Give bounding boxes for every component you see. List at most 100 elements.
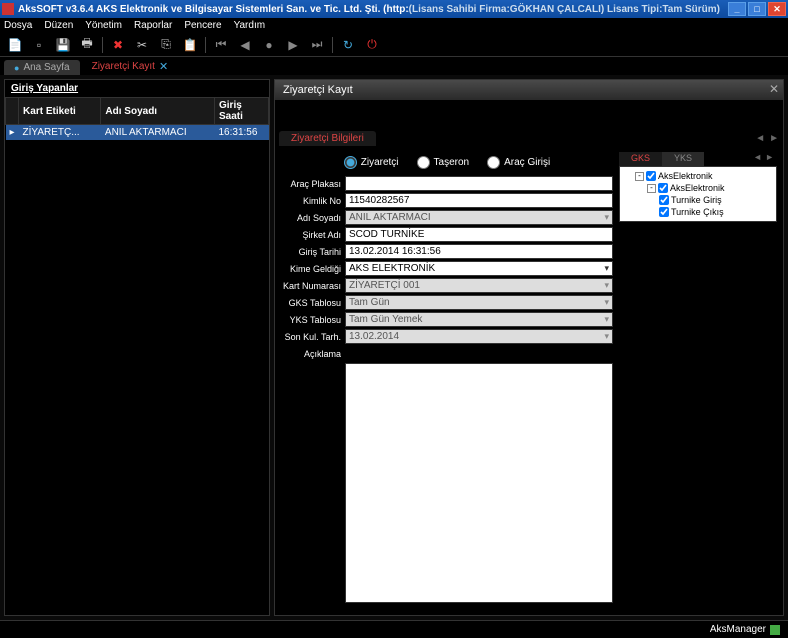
type-radio-group: Ziyaretçi Taşeron Araç Girişi	[281, 152, 613, 175]
radio-taseron-input[interactable]	[417, 156, 430, 169]
tab-home-label: Ana Sayfa	[23, 62, 69, 73]
tree-tab-yks[interactable]: YKS	[662, 152, 704, 166]
left-panel: Giriş Yapanlar Kart Etiketi Adı Soyadı G…	[4, 79, 270, 616]
radio-arac-input[interactable]	[487, 156, 500, 169]
menu-raporlar[interactable]: Raporlar	[134, 20, 172, 31]
power-icon[interactable]: ⏻	[363, 36, 381, 54]
status-icon	[770, 625, 780, 635]
tree-label-root: AksElektronik	[658, 171, 713, 181]
cell-giris: 16:31:56	[215, 125, 269, 141]
maximize-button[interactable]: □	[748, 2, 766, 16]
input-plaka[interactable]	[345, 176, 613, 191]
record-icon[interactable]: ●	[260, 36, 278, 54]
tree-toggle-icon[interactable]: -	[647, 184, 656, 193]
section-tab-bilgileri[interactable]: Ziyaretçi Bilgileri	[279, 131, 376, 146]
copy-icon[interactable]: ⎘	[157, 36, 175, 54]
toolbar-separator	[102, 37, 103, 53]
tree-prev-icon[interactable]: ◄	[753, 152, 762, 166]
tab-home[interactable]: ● Ana Sayfa	[4, 60, 80, 75]
minimize-button[interactable]: _	[728, 2, 746, 16]
tree-body: - AksElektronik - AksElektronik Turnike …	[619, 166, 777, 222]
menu-yonetim[interactable]: Yönetim	[85, 20, 122, 31]
tree-tabs: GKS YKS ◄ ►	[619, 152, 777, 166]
status-label: AksManager	[710, 624, 766, 635]
section-nav: ◄ ►	[755, 133, 779, 144]
label-plaka: Araç Plakası	[281, 179, 345, 189]
window-title: AksSOFT v3.6.4 AKS Elektronik ve Bilgisa…	[18, 4, 409, 15]
panel-title: Ziyaretçi Kayıt	[283, 84, 353, 96]
col-giris[interactable]: Giriş Saati	[215, 98, 269, 125]
paste-icon[interactable]: 📋	[181, 36, 199, 54]
label-giris: Giriş Tarihi	[281, 247, 345, 257]
tree-node-leaf1[interactable]: Turnike Giriş	[623, 194, 773, 206]
section-prev-icon[interactable]: ◄	[755, 133, 765, 144]
tree-check-leaf1[interactable]	[659, 195, 669, 205]
input-gks[interactable]: Tam Gün	[345, 295, 613, 310]
cut-icon[interactable]: ✂	[133, 36, 151, 54]
save-icon[interactable]: 💾	[54, 36, 72, 54]
radio-ziyaretci[interactable]: Ziyaretçi	[344, 156, 399, 169]
toolbar-separator	[205, 37, 206, 53]
first-icon[interactable]: ⏮	[212, 36, 230, 54]
refresh-icon[interactable]: ↻	[339, 36, 357, 54]
textarea-aciklama[interactable]	[345, 363, 613, 603]
input-kime[interactable]: AKS ELEKTRONİK	[345, 261, 613, 276]
input-kimlik[interactable]: 11540282567	[345, 193, 613, 208]
right-panel: Ziyaretçi Kayıt ✕ Ziyaretçi Bilgileri ◄ …	[274, 79, 784, 616]
section-next-icon[interactable]: ►	[769, 133, 779, 144]
radio-arac[interactable]: Araç Girişi	[487, 156, 550, 169]
prev-icon[interactable]: ◀	[236, 36, 254, 54]
input-giris[interactable]: 13.02.2014 16:31:56	[345, 244, 613, 259]
label-yks: YKS Tablosu	[281, 315, 345, 325]
input-yks[interactable]: Tam Gün Yemek	[345, 312, 613, 327]
tree-next-icon[interactable]: ►	[765, 152, 774, 166]
tree-node-child[interactable]: - AksElektronik	[623, 182, 773, 194]
tree-check-root[interactable]	[646, 171, 656, 181]
table-row[interactable]: ▸ ZİYARETÇ... ANIL AKTARMACI 16:31:56	[6, 125, 269, 141]
tree-toggle-icon[interactable]: -	[635, 172, 644, 181]
radio-taseron[interactable]: Taşeron	[417, 156, 470, 169]
form-area: Ziyaretçi Taşeron Araç Girişi Araç Plaka…	[275, 146, 783, 615]
panel-header: Ziyaretçi Kayıt ✕	[275, 80, 783, 100]
label-kimlik: Kimlik No	[281, 196, 345, 206]
tree-node-leaf2[interactable]: Turnike Çıkış	[623, 206, 773, 218]
tree-label-child: AksElektronik	[670, 183, 725, 193]
bullet-icon: ●	[14, 63, 19, 73]
tab-close-icon[interactable]: ✕	[159, 60, 168, 73]
menu-duzen[interactable]: Düzen	[44, 20, 73, 31]
menu-pencere[interactable]: Pencere	[184, 20, 221, 31]
close-button[interactable]: ✕	[768, 2, 786, 16]
new-icon[interactable]: 📄	[6, 36, 24, 54]
tab-active-label: Ziyaretçi Kayıt	[92, 61, 155, 72]
tree-check-child[interactable]	[658, 183, 668, 193]
menubar: Dosya Düzen Yönetim Raporlar Pencere Yar…	[0, 18, 788, 33]
statusbar: AksManager	[0, 620, 788, 638]
last-icon[interactable]: ⏭	[308, 36, 326, 54]
label-aciklama: Açıklama	[281, 349, 345, 359]
license-text: (Lisans Sahibi Firma:GÖKHAN ÇALCALI) Lis…	[409, 4, 720, 15]
col-arrow	[6, 98, 19, 125]
next-icon[interactable]: ▶	[284, 36, 302, 54]
input-sonkul[interactable]: 13.02.2014	[345, 329, 613, 344]
tree-tab-gks[interactable]: GKS	[619, 152, 662, 166]
tab-ziyaretci-kayit[interactable]: Ziyaretçi Kayıt ✕	[82, 58, 179, 75]
tree-check-leaf2[interactable]	[659, 207, 669, 217]
radio-ziyaretci-input[interactable]	[344, 156, 357, 169]
input-kart[interactable]: ZİYARETÇİ 001	[345, 278, 613, 293]
open-icon[interactable]: ▫	[30, 36, 48, 54]
menu-dosya[interactable]: Dosya	[4, 20, 32, 31]
print-icon[interactable]: 🖶	[78, 36, 96, 54]
tree-label-leaf2: Turnike Çıkış	[671, 207, 724, 217]
col-adi[interactable]: Adı Soyadı	[101, 98, 215, 125]
input-adsoyad[interactable]: ANIL AKTARMACI	[345, 210, 613, 225]
menu-yardim[interactable]: Yardım	[234, 20, 266, 31]
tree-node-root[interactable]: - AksElektronik	[623, 170, 773, 182]
col-kart[interactable]: Kart Etiketi	[19, 98, 101, 125]
tree-label-leaf1: Turnike Giriş	[671, 195, 722, 205]
panel-close-icon[interactable]: ✕	[769, 82, 779, 96]
tabbar: ● Ana Sayfa Ziyaretçi Kayıt ✕	[0, 57, 788, 75]
app-icon	[2, 3, 14, 15]
label-gks: GKS Tablosu	[281, 298, 345, 308]
input-sirket[interactable]: SCOD TURNİKE	[345, 227, 613, 242]
delete-icon[interactable]: ✖	[109, 36, 127, 54]
